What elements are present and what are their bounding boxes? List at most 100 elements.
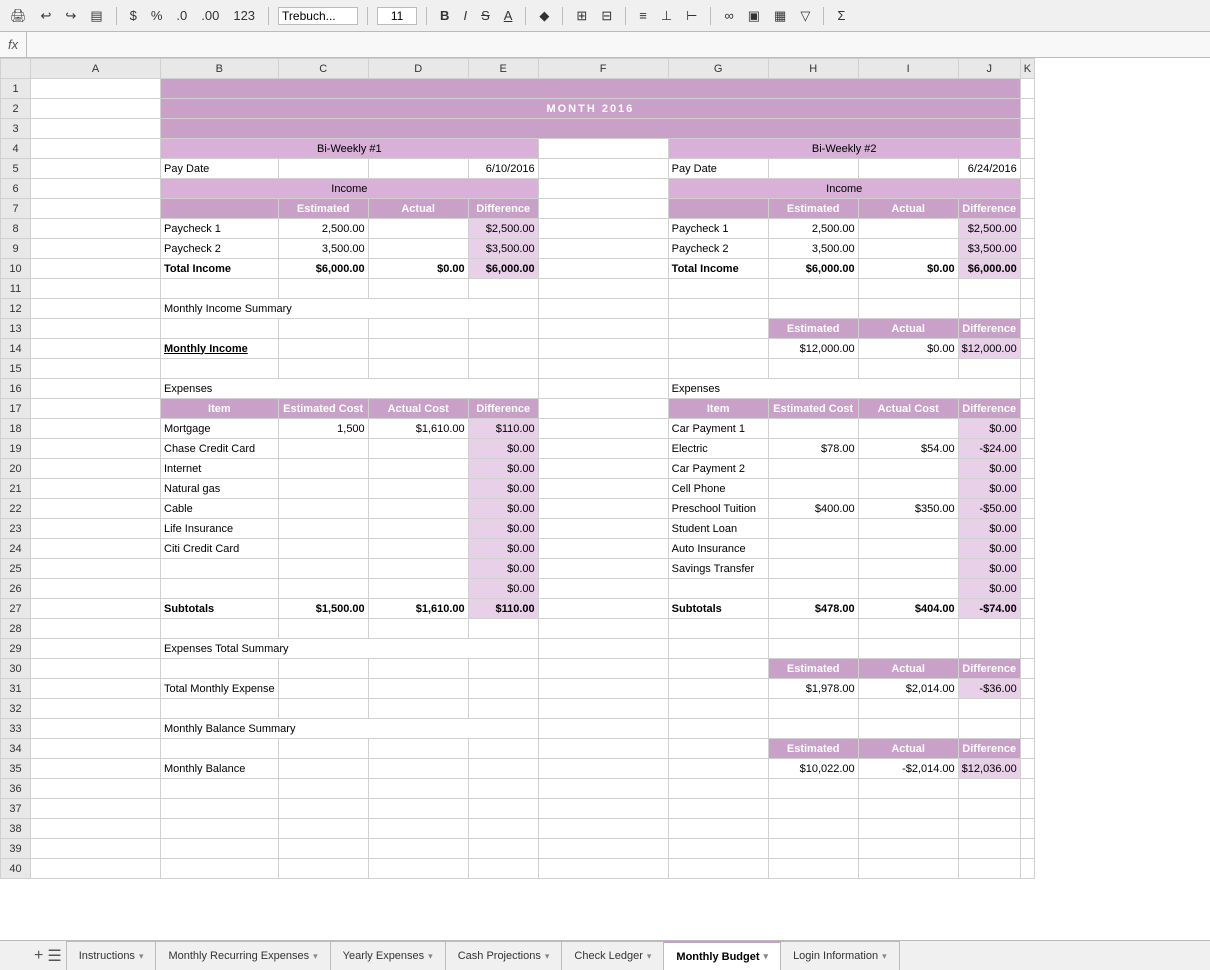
row-header-29[interactable]: 29 bbox=[1, 639, 31, 659]
cell-k40[interactable] bbox=[1020, 859, 1034, 879]
cell-i40[interactable] bbox=[858, 859, 958, 879]
cell-g37[interactable] bbox=[668, 799, 768, 819]
cell-e13[interactable] bbox=[468, 319, 538, 339]
font-name-input[interactable] bbox=[278, 7, 358, 25]
row-header-40[interactable]: 40 bbox=[1, 859, 31, 879]
cell-a25[interactable] bbox=[31, 559, 161, 579]
cell-a6[interactable] bbox=[31, 179, 161, 199]
cell-b13[interactable] bbox=[161, 319, 279, 339]
cell-f35[interactable] bbox=[538, 759, 668, 779]
chart-button[interactable]: ▦ bbox=[770, 6, 790, 26]
cell-j38[interactable] bbox=[958, 819, 1020, 839]
cell-e36[interactable] bbox=[468, 779, 538, 799]
cell-e35[interactable] bbox=[468, 759, 538, 779]
cell-c28[interactable] bbox=[278, 619, 368, 639]
cell-i36[interactable] bbox=[858, 779, 958, 799]
cell-a35[interactable] bbox=[31, 759, 161, 779]
cell-c13[interactable] bbox=[278, 319, 368, 339]
cell-f23[interactable] bbox=[538, 519, 668, 539]
row-header-8[interactable]: 8 bbox=[1, 219, 31, 239]
decimal2-button[interactable]: .00 bbox=[197, 6, 223, 25]
cell-a20[interactable] bbox=[31, 459, 161, 479]
cell-i37[interactable] bbox=[858, 799, 958, 819]
cell-g38[interactable] bbox=[668, 819, 768, 839]
cell-j39[interactable] bbox=[958, 839, 1020, 859]
decimal1-button[interactable]: .0 bbox=[172, 6, 191, 25]
cell-k20[interactable] bbox=[1020, 459, 1034, 479]
cell-g32[interactable] bbox=[668, 699, 768, 719]
cell-a4[interactable] bbox=[31, 139, 161, 159]
cell-f22[interactable] bbox=[538, 499, 668, 519]
cell-k34[interactable] bbox=[1020, 739, 1034, 759]
row-header-14[interactable]: 14 bbox=[1, 339, 31, 359]
cell-j12[interactable] bbox=[958, 299, 1020, 319]
cell-d21[interactable] bbox=[368, 479, 468, 499]
font-size-input[interactable] bbox=[377, 7, 417, 25]
cell-a17[interactable] bbox=[31, 399, 161, 419]
col-header-e[interactable]: E bbox=[468, 59, 538, 79]
cell-f28[interactable] bbox=[538, 619, 668, 639]
cell-j29[interactable] bbox=[958, 639, 1020, 659]
cell-i8[interactable] bbox=[858, 219, 958, 239]
row-header-16[interactable]: 16 bbox=[1, 379, 31, 399]
cell-g14[interactable] bbox=[668, 339, 768, 359]
cell-j28[interactable] bbox=[958, 619, 1020, 639]
cell-c36[interactable] bbox=[278, 779, 368, 799]
row-header-7[interactable]: 7 bbox=[1, 199, 31, 219]
cell-e38[interactable] bbox=[468, 819, 538, 839]
cell-i24[interactable] bbox=[858, 539, 958, 559]
cell-i32[interactable] bbox=[858, 699, 958, 719]
cell-g35[interactable] bbox=[668, 759, 768, 779]
cell-k6[interactable] bbox=[1020, 179, 1034, 199]
cell-a31[interactable] bbox=[31, 679, 161, 699]
cell-k32[interactable] bbox=[1020, 699, 1034, 719]
cell-h11[interactable] bbox=[768, 279, 858, 299]
currency-button[interactable]: $ bbox=[126, 6, 141, 25]
cell-d38[interactable] bbox=[368, 819, 468, 839]
row-header-30[interactable]: 30 bbox=[1, 659, 31, 679]
row-header-23[interactable]: 23 bbox=[1, 519, 31, 539]
row-header-39[interactable]: 39 bbox=[1, 839, 31, 859]
cell-k8[interactable] bbox=[1020, 219, 1034, 239]
cell-d39[interactable] bbox=[368, 839, 468, 859]
cell-a26[interactable] bbox=[31, 579, 161, 599]
cell-f26[interactable] bbox=[538, 579, 668, 599]
cell-a27[interactable] bbox=[31, 599, 161, 619]
cell-k22[interactable] bbox=[1020, 499, 1034, 519]
cell-f11[interactable] bbox=[538, 279, 668, 299]
cell-g30[interactable] bbox=[668, 659, 768, 679]
cell-a8[interactable] bbox=[31, 219, 161, 239]
cell-a22[interactable] bbox=[31, 499, 161, 519]
col-header-j[interactable]: J bbox=[958, 59, 1020, 79]
row-header-31[interactable]: 31 bbox=[1, 679, 31, 699]
cell-f5[interactable] bbox=[538, 159, 668, 179]
cell-a19[interactable] bbox=[31, 439, 161, 459]
cell-b30[interactable] bbox=[161, 659, 279, 679]
row-header-34[interactable]: 34 bbox=[1, 739, 31, 759]
cell-i15[interactable] bbox=[858, 359, 958, 379]
cell-e31[interactable] bbox=[468, 679, 538, 699]
filter-button[interactable]: ▽ bbox=[796, 6, 814, 26]
cell-k27[interactable] bbox=[1020, 599, 1034, 619]
cell-b1[interactable] bbox=[161, 79, 1021, 99]
cell-a28[interactable] bbox=[31, 619, 161, 639]
bold-button[interactable]: B bbox=[436, 6, 453, 25]
row-header-33[interactable]: 33 bbox=[1, 719, 31, 739]
cell-f24[interactable] bbox=[538, 539, 668, 559]
cell-k26[interactable] bbox=[1020, 579, 1034, 599]
cell-h25[interactable] bbox=[768, 559, 858, 579]
merge-button[interactable]: ⊟ bbox=[597, 6, 616, 26]
cell-f25[interactable] bbox=[538, 559, 668, 579]
cell-k31[interactable] bbox=[1020, 679, 1034, 699]
cell-k33[interactable] bbox=[1020, 719, 1034, 739]
cell-h37[interactable] bbox=[768, 799, 858, 819]
cell-k12[interactable] bbox=[1020, 299, 1034, 319]
cell-c30[interactable] bbox=[278, 659, 368, 679]
cell-d20[interactable] bbox=[368, 459, 468, 479]
cell-k13[interactable] bbox=[1020, 319, 1034, 339]
cell-h28[interactable] bbox=[768, 619, 858, 639]
cell-i5[interactable] bbox=[858, 159, 958, 179]
cell-b25[interactable] bbox=[161, 559, 279, 579]
cell-b38[interactable] bbox=[161, 819, 279, 839]
cell-f36[interactable] bbox=[538, 779, 668, 799]
